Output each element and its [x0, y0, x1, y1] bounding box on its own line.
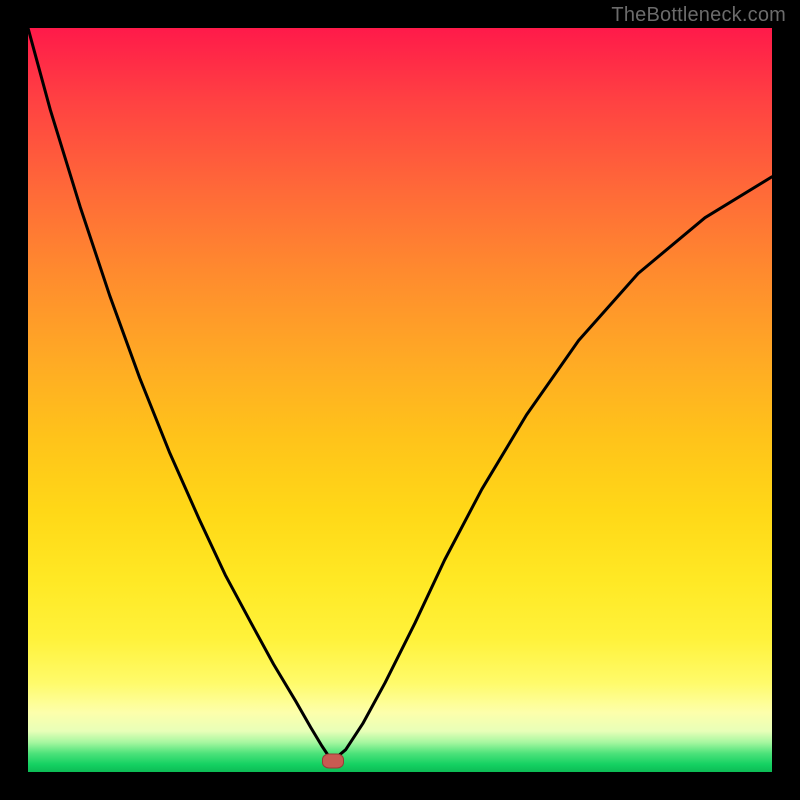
outer-frame: TheBottleneck.com [0, 0, 800, 800]
bottleneck-curve [28, 28, 772, 757]
minimum-marker [322, 753, 344, 768]
watermark-text: TheBottleneck.com [611, 4, 786, 27]
curve-svg [28, 28, 772, 772]
plot-area [28, 28, 772, 772]
